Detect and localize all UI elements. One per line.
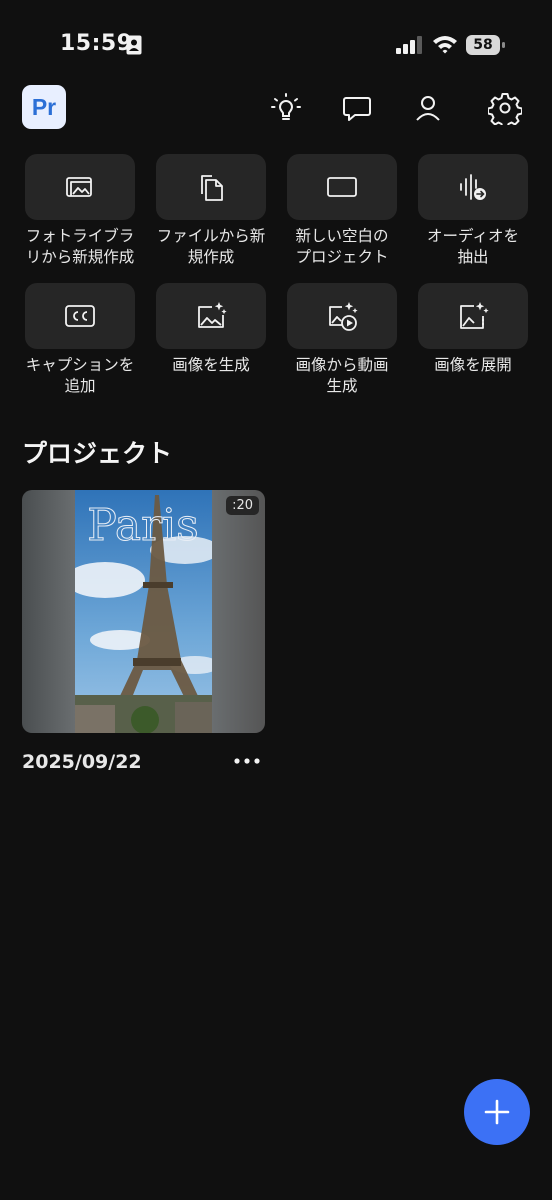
feedback-button[interactable] — [337, 88, 377, 128]
app-logo: Pr — [22, 85, 66, 129]
add-project-button[interactable] — [464, 1079, 530, 1145]
svg-text:Paris: Paris — [87, 500, 199, 551]
tips-button[interactable] — [266, 88, 306, 128]
generate-image-icon — [198, 302, 227, 328]
tile-label: ファイルから新 規作成 — [156, 227, 266, 266]
extract-audio-icon — [460, 174, 486, 200]
settings-button[interactable] — [485, 88, 525, 128]
tile-extract-audio[interactable]: オーディオを 抽出 — [418, 154, 530, 268]
photo-library-icon — [66, 177, 92, 197]
projects-section-title: プロジェクト — [22, 439, 173, 468]
tile-image-to-video[interactable]: 画像から動画 生成 — [287, 283, 399, 397]
cellular-signal-icon — [396, 36, 422, 54]
tile-label: 新しい空白の プロジェクト — [295, 227, 389, 266]
blank-project-icon — [327, 177, 357, 197]
plus-icon — [484, 1099, 510, 1125]
tile-new-blank-project[interactable]: 新しい空白の プロジェクト — [287, 154, 399, 268]
files-icon — [201, 175, 223, 201]
status-bar: 15:59 58 — [0, 0, 552, 90]
account-button[interactable] — [408, 88, 448, 128]
project-card[interactable]: :20 Paris — [22, 490, 265, 733]
tile-box[interactable] — [287, 283, 397, 349]
tile-label: 画像を展開 — [434, 356, 512, 374]
tile-box[interactable] — [25, 154, 135, 220]
battery-indicator: 58 — [466, 35, 506, 55]
image-to-video-icon — [329, 302, 358, 331]
expand-image-icon — [460, 302, 489, 329]
tile-expand-image[interactable]: 画像を展開 — [418, 283, 530, 376]
captions-icon — [65, 305, 95, 327]
tile-label: オーディオを 抽出 — [427, 227, 519, 266]
tile-label: フォトライブラ リから新規作成 — [25, 227, 135, 266]
tile-new-from-files[interactable]: ファイルから新 規作成 — [156, 154, 268, 268]
user-icon — [416, 96, 440, 121]
tile-label: 画像を生成 — [172, 356, 250, 374]
chat-bubble-icon — [343, 97, 371, 121]
tile-box[interactable] — [418, 154, 528, 220]
tile-box[interactable] — [156, 154, 266, 220]
tile-generate-image[interactable]: 画像を生成 — [156, 283, 268, 376]
tile-label: 画像から動画 生成 — [295, 356, 389, 395]
tile-box[interactable] — [287, 154, 397, 220]
wifi-icon — [433, 36, 457, 54]
tile-box[interactable] — [418, 283, 528, 349]
duration-badge: :20 — [226, 496, 259, 515]
tile-add-captions[interactable]: キャプションを 追加 — [25, 283, 137, 397]
project-date: 2025/09/22 — [22, 751, 142, 773]
more-options-icon[interactable] — [230, 752, 264, 770]
tile-box[interactable] — [156, 283, 266, 349]
lightbulb-icon — [271, 93, 301, 120]
tile-label: キャプションを 追加 — [25, 356, 135, 395]
id-card-icon — [126, 35, 142, 55]
status-time: 15:59 — [60, 31, 133, 56]
battery-cap — [502, 42, 505, 48]
tile-box[interactable] — [25, 283, 135, 349]
tile-new-from-photos[interactable]: フォトライブラ リから新規作成 — [25, 154, 137, 268]
gear-icon — [488, 93, 522, 125]
thumbnail-title-overlay: Paris — [87, 500, 200, 552]
battery-level: 58 — [466, 35, 500, 55]
